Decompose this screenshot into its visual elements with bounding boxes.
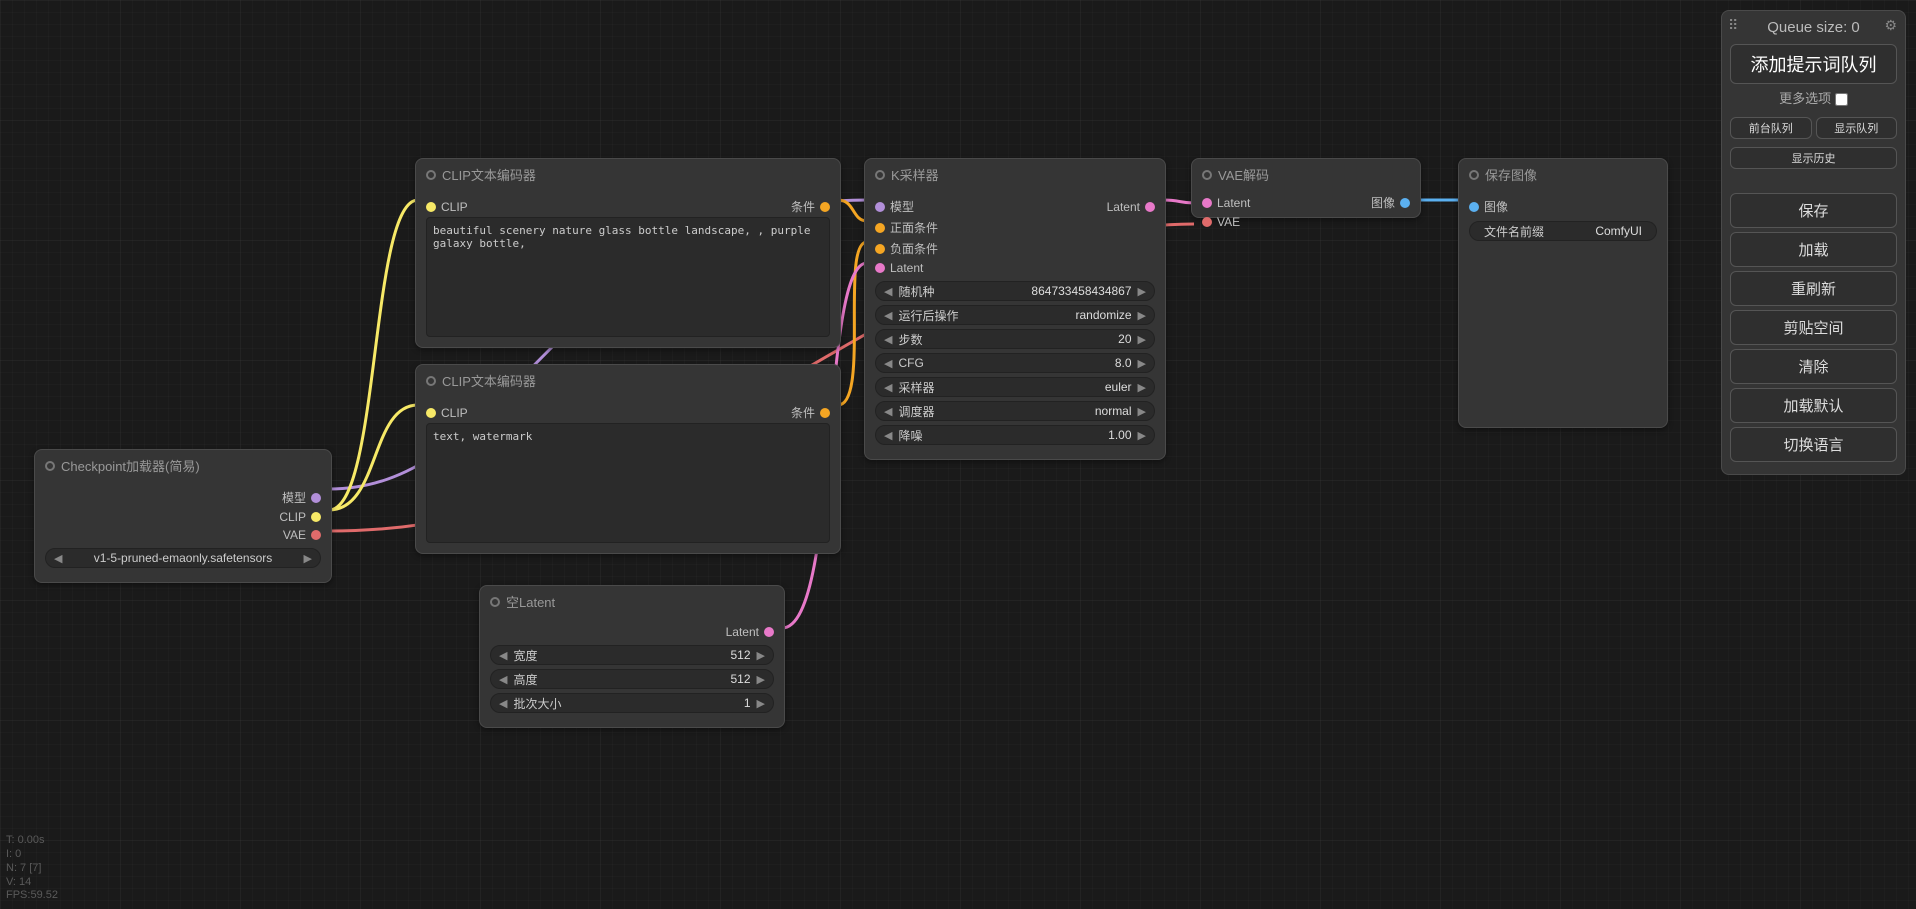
input-model[interactable]: 模型 <box>875 198 914 215</box>
view-history-button[interactable]: 显示历史 <box>1730 147 1897 169</box>
height-widget[interactable]: ◀高度512▶ <box>490 669 774 689</box>
prompt-textarea[interactable]: beautiful scenery nature glass bottle la… <box>426 217 830 337</box>
output-latent[interactable]: Latent <box>1107 198 1155 215</box>
node-clip-encode-negative[interactable]: CLIP文本编码器 CLIP 条件 text, watermark <box>415 364 841 554</box>
output-vae[interactable]: VAE <box>283 528 321 542</box>
node-vae-decode[interactable]: VAE解码 Latent 图像 VAE <box>1191 158 1421 218</box>
node-clip-encode-positive[interactable]: CLIP文本编码器 CLIP 条件 beautiful scenery natu… <box>415 158 841 348</box>
output-model[interactable]: 模型 <box>282 489 321 506</box>
cfg-widget[interactable]: ◀CFG8.0▶ <box>875 353 1155 373</box>
input-negative[interactable]: 负面条件 <box>875 240 938 257</box>
node-empty-latent[interactable]: 空Latent Latent ◀宽度512▶ ◀高度512▶ ◀批次大小1▶ <box>479 585 785 728</box>
width-widget[interactable]: ◀宽度512▶ <box>490 645 774 665</box>
input-latent[interactable]: Latent <box>875 261 923 275</box>
queue-prompt-button[interactable]: 添加提示词队列 <box>1730 44 1897 84</box>
node-save-image[interactable]: 保存图像 图像 文件名前缀ComfyUI <box>1458 158 1668 428</box>
seed-widget[interactable]: ◀随机种864733458434867▶ <box>875 281 1155 301</box>
node-title[interactable]: CLIP文本编码器 <box>416 159 840 190</box>
filename-prefix-widget[interactable]: 文件名前缀ComfyUI <box>1469 221 1657 241</box>
output-latent[interactable]: Latent <box>726 625 774 639</box>
queue-front-button[interactable]: 前台队列 <box>1730 117 1812 139</box>
input-clip[interactable]: CLIP <box>426 404 468 421</box>
load-button[interactable]: 加载 <box>1730 232 1897 267</box>
sampler-widget[interactable]: ◀采样器euler▶ <box>875 377 1155 397</box>
load-default-button[interactable]: 加载默认 <box>1730 388 1897 423</box>
denoise-widget[interactable]: ◀降噪1.00▶ <box>875 425 1155 445</box>
batch-widget[interactable]: ◀批次大小1▶ <box>490 693 774 713</box>
control-panel[interactable]: ⠿ ⚙ Queue size: 0 添加提示词队列 更多选项 前台队列 显示队列… <box>1721 10 1906 475</box>
extra-options-checkbox[interactable] <box>1835 93 1848 106</box>
node-ksampler[interactable]: K采样器 模型 Latent 正面条件 负面条件 Latent ◀随机种8647… <box>864 158 1166 460</box>
checkpoint-name-widget[interactable]: ◀ v1-5-pruned-emaonly.safetensors ▶ <box>45 548 321 568</box>
drag-handle-icon[interactable]: ⠿ <box>1728 17 1738 34</box>
node-title[interactable]: K采样器 <box>865 159 1165 190</box>
seed-after-widget[interactable]: ◀运行后操作randomize▶ <box>875 305 1155 325</box>
scheduler-widget[interactable]: ◀调度器normal▶ <box>875 401 1155 421</box>
steps-widget[interactable]: ◀步数20▶ <box>875 329 1155 349</box>
node-canvas[interactable]: Checkpoint加载器(简易) 模型 CLIP VAE ◀ v1-5-pru… <box>0 0 1916 909</box>
node-title[interactable]: VAE解码 <box>1192 159 1420 190</box>
settings-gear-icon[interactable]: ⚙ <box>1884 17 1897 34</box>
input-image[interactable]: 图像 <box>1469 198 1508 215</box>
canvas-stats: T: 0.00s I: 0 N: 7 [7] V: 14 FPS:59.52 <box>6 834 58 903</box>
output-image[interactable]: 图像 <box>1371 194 1410 211</box>
input-latent[interactable]: Latent <box>1202 194 1250 211</box>
node-title[interactable]: Checkpoint加载器(简易) <box>35 450 331 481</box>
clipspace-button[interactable]: 剪贴空间 <box>1730 310 1897 345</box>
view-queue-button[interactable]: 显示队列 <box>1816 117 1898 139</box>
refresh-button[interactable]: 重刷新 <box>1730 271 1897 306</box>
clear-button[interactable]: 清除 <box>1730 349 1897 384</box>
node-checkpoint-loader[interactable]: Checkpoint加载器(简易) 模型 CLIP VAE ◀ v1-5-pru… <box>34 449 332 583</box>
output-clip[interactable]: CLIP <box>279 510 321 524</box>
extra-options-toggle[interactable]: 更多选项 <box>1730 88 1897 107</box>
queue-size-label: Queue size: 0 <box>1730 19 1897 36</box>
switch-language-button[interactable]: 切换语言 <box>1730 427 1897 462</box>
output-conditioning[interactable]: 条件 <box>791 404 830 421</box>
input-clip[interactable]: CLIP <box>426 198 468 215</box>
input-vae[interactable]: VAE <box>1202 215 1240 229</box>
prompt-textarea[interactable]: text, watermark <box>426 423 830 543</box>
input-positive[interactable]: 正面条件 <box>875 219 938 236</box>
node-title[interactable]: 空Latent <box>480 586 784 617</box>
node-title[interactable]: CLIP文本编码器 <box>416 365 840 396</box>
output-conditioning[interactable]: 条件 <box>791 198 830 215</box>
node-title[interactable]: 保存图像 <box>1459 159 1667 190</box>
save-button[interactable]: 保存 <box>1730 193 1897 228</box>
